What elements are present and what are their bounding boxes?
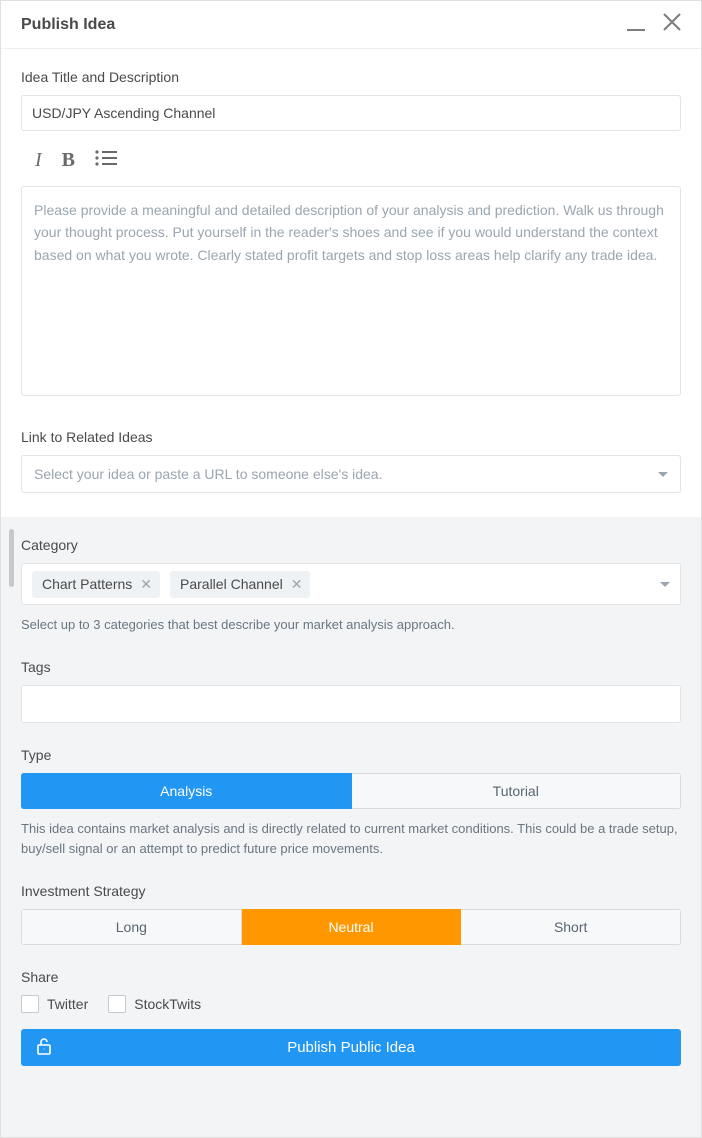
publish-button[interactable]: Publish Public Idea	[21, 1029, 681, 1066]
share-label: Share	[21, 969, 681, 985]
type-helper: This idea contains market analysis and i…	[21, 819, 681, 859]
window-controls	[627, 13, 681, 36]
close-icon	[663, 13, 681, 31]
checkbox-icon	[108, 995, 126, 1013]
dialog-header: Publish Idea	[1, 1, 701, 49]
share-options: Twitter StockTwits	[21, 995, 681, 1013]
strategy-label: Investment Strategy	[21, 883, 681, 899]
italic-icon[interactable]: I	[35, 149, 42, 172]
editor-toolbar: I B	[21, 131, 681, 186]
strategy-option-short[interactable]: Short	[461, 909, 681, 945]
category-select[interactable]: Chart Patterns ✕ Parallel Channel ✕	[21, 563, 681, 605]
type-option-analysis[interactable]: Analysis	[21, 773, 352, 809]
chip-remove-icon[interactable]: ✕	[291, 576, 303, 593]
related-ideas-dropdown[interactable]: Select your idea or paste a URL to someo…	[21, 455, 681, 493]
share-option-label: Twitter	[47, 996, 88, 1012]
category-chip-label: Parallel Channel	[180, 576, 283, 592]
category-chip: Parallel Channel ✕	[170, 571, 310, 598]
share-stocktwits-checkbox[interactable]: StockTwits	[108, 995, 201, 1013]
strategy-option-neutral[interactable]: Neutral	[242, 909, 462, 945]
close-button[interactable]	[663, 13, 681, 36]
category-chips: Chart Patterns ✕ Parallel Channel ✕	[32, 571, 310, 598]
share-option-label: StockTwits	[134, 996, 201, 1012]
chevron-down-icon	[658, 472, 668, 477]
category-label: Category	[21, 537, 681, 553]
bold-icon[interactable]: B	[62, 149, 75, 172]
minimize-icon	[627, 29, 645, 31]
unlock-icon	[35, 1036, 55, 1060]
checkbox-icon	[21, 995, 39, 1013]
type-option-tutorial[interactable]: Tutorial	[352, 773, 682, 809]
chip-remove-icon[interactable]: ✕	[140, 576, 152, 593]
tags-label: Tags	[21, 659, 681, 675]
metadata-section: Category Chart Patterns✕Parallel Channel…	[1, 517, 701, 1137]
strategy-option-long[interactable]: Long	[21, 909, 242, 945]
share-twitter-checkbox[interactable]: Twitter	[21, 995, 88, 1013]
strategy-segment-group: LongNeutralShort	[21, 909, 681, 945]
publish-idea-dialog: Publish Idea Idea Title and Description …	[0, 0, 702, 1138]
type-segment-group: AnalysisTutorial	[21, 773, 681, 809]
publish-button-label: Publish Public Idea	[287, 1039, 415, 1056]
minimize-button[interactable]	[627, 19, 645, 31]
type-label: Type	[21, 747, 681, 763]
tags-input[interactable]	[21, 685, 681, 723]
category-chip-label: Chart Patterns	[42, 576, 132, 592]
title-description-section: Idea Title and Description I B Link to R…	[1, 49, 701, 517]
related-ideas-placeholder: Select your idea or paste a URL to someo…	[34, 466, 382, 482]
category-chip: Chart Patterns ✕	[32, 571, 160, 598]
idea-title-input[interactable]	[21, 95, 681, 131]
idea-title-label: Idea Title and Description	[21, 69, 681, 85]
bullet-list-icon[interactable]	[95, 149, 117, 172]
related-ideas-label: Link to Related Ideas	[21, 429, 681, 445]
dialog-title: Publish Idea	[21, 16, 115, 34]
idea-description-textarea[interactable]	[21, 186, 681, 396]
chevron-down-icon	[660, 582, 670, 587]
category-helper: Select up to 3 categories that best desc…	[21, 615, 681, 635]
